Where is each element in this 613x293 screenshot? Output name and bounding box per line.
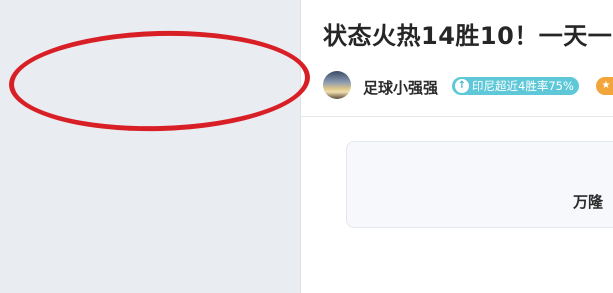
article-panel: 状态火热14胜10！一天一 足球小强强 ↑ 印尼超近4胜率75% ★ 万隆: [301, 0, 613, 293]
win-rate-badge: ↑ 印尼超近4胜率75%: [452, 77, 579, 95]
author-name[interactable]: 足球小强强: [363, 77, 438, 98]
avatar[interactable]: [323, 71, 351, 99]
arrow-up-icon: ↑: [455, 79, 469, 93]
star-icon: ★: [596, 77, 613, 95]
match-card[interactable]: 万隆: [346, 141, 613, 228]
team-name: 万隆: [573, 193, 604, 211]
left-panel: [0, 0, 300, 293]
header-divider: [301, 116, 613, 117]
win-rate-badge-label: 印尼超近4胜率75%: [472, 79, 574, 93]
article-title: 状态火热14胜10！一天一: [323, 22, 613, 50]
